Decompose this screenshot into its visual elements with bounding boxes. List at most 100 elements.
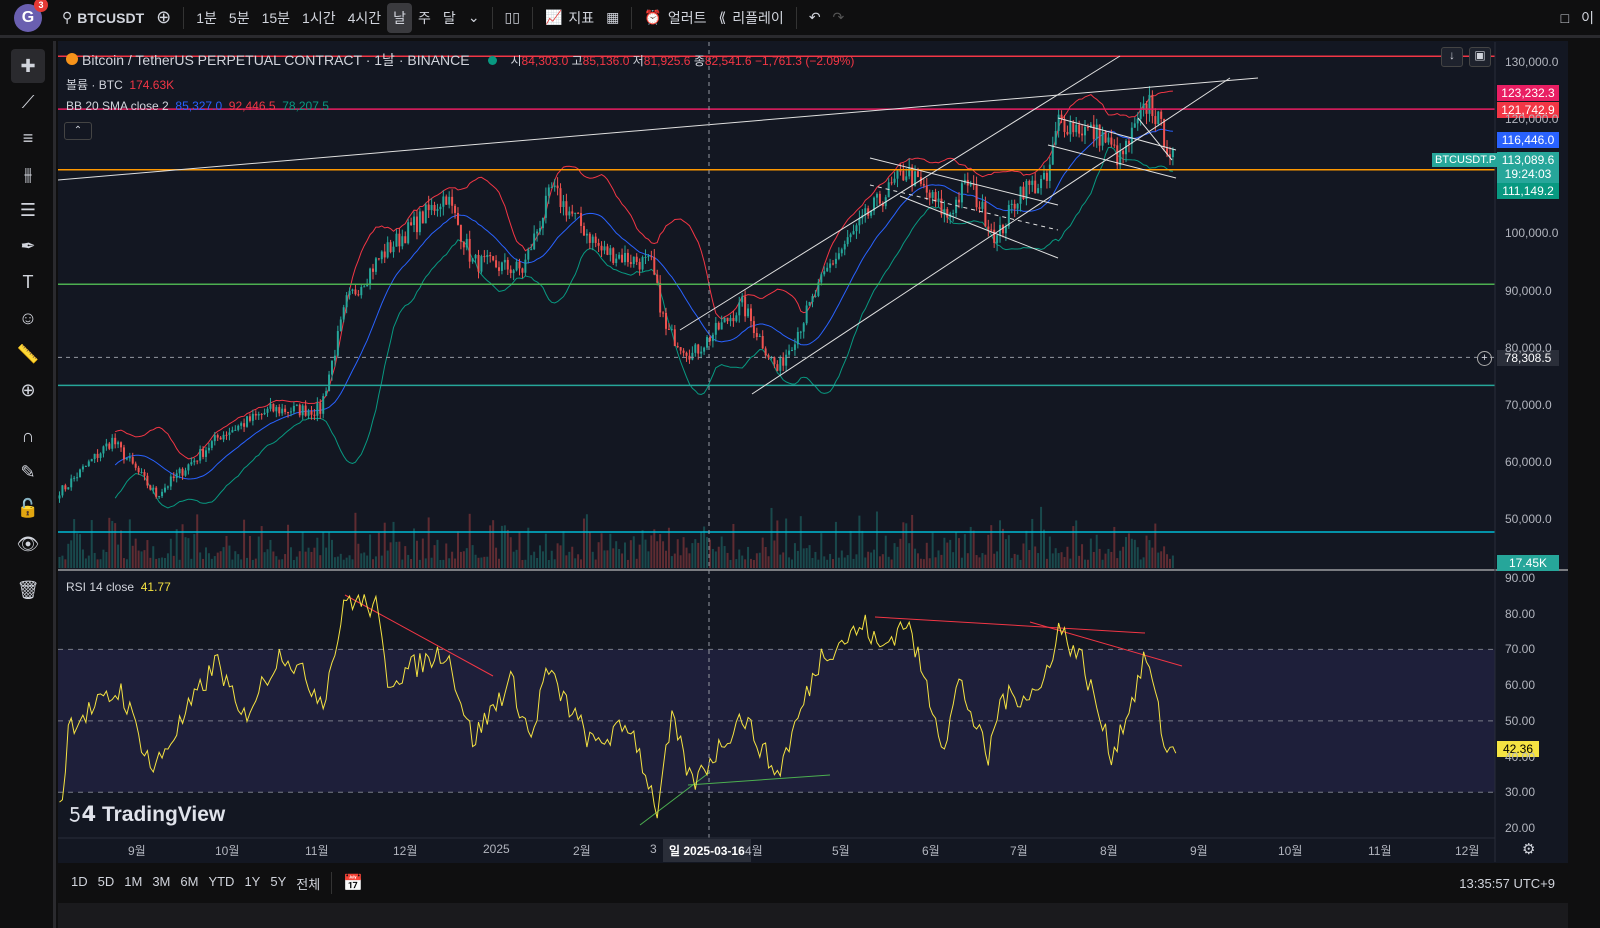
volume-bar	[234, 551, 237, 568]
candle-body	[908, 167, 911, 177]
volume-bar	[700, 531, 703, 568]
candle-body	[67, 487, 70, 490]
volume-bar	[377, 532, 380, 568]
bb-legend[interactable]: BB 20 SMA close 2 85,327.0 92,446.5 78,2…	[66, 99, 329, 113]
add-alert-plus-icon[interactable]: +	[1477, 351, 1492, 366]
candle-body	[846, 237, 849, 245]
candle-body	[717, 322, 720, 330]
candle-body	[697, 344, 700, 354]
range-1m[interactable]: 1M	[119, 874, 147, 893]
volume-bar	[855, 554, 858, 568]
volume-bar	[128, 519, 131, 568]
volume-bar	[398, 541, 401, 568]
candle-body	[922, 183, 925, 186]
candle-body	[612, 248, 615, 264]
volume-bar	[225, 535, 228, 568]
candle-body	[1171, 149, 1174, 158]
volume-bar	[585, 514, 588, 568]
settings-icon[interactable]: ⚙	[1522, 840, 1535, 858]
candle-body	[524, 259, 527, 273]
candle-body	[439, 206, 442, 210]
volume-bar	[389, 542, 392, 568]
candle-body	[377, 258, 380, 260]
candle-body	[1013, 203, 1016, 209]
volume-bar	[966, 553, 969, 568]
volume-bar	[791, 559, 793, 568]
candle-body	[187, 464, 190, 471]
scroll-to-latest-button[interactable]: ↓	[1441, 47, 1463, 67]
candle-body	[386, 242, 389, 258]
volume-bar	[366, 555, 369, 568]
close-value: 82,541.6	[704, 54, 752, 68]
range-1y[interactable]: 1Y	[239, 874, 265, 893]
volume-bar	[216, 552, 219, 568]
volume-bar	[1025, 530, 1028, 568]
candle-body	[166, 486, 169, 488]
candle-body	[544, 195, 547, 218]
candle-body	[791, 349, 793, 351]
volume-bar	[172, 555, 175, 568]
volume-bar	[744, 559, 747, 568]
volume-bar	[536, 557, 539, 568]
volume-bar	[1089, 538, 1092, 568]
candle-body	[99, 453, 102, 458]
candle-body	[837, 253, 840, 259]
candle-body	[292, 405, 295, 412]
candle-body	[659, 282, 662, 313]
candle-body	[937, 198, 940, 202]
volume-legend[interactable]: 볼륨 · BTC 174.63K	[66, 76, 174, 93]
candle-body	[720, 322, 723, 330]
range-전체[interactable]: 전체	[291, 874, 325, 893]
candle-body	[533, 233, 536, 250]
candle-body	[925, 185, 928, 193]
volume-bar	[1166, 554, 1169, 568]
candle-body	[875, 193, 878, 198]
range-6m[interactable]: 6M	[175, 874, 203, 893]
volume-bar	[357, 543, 360, 568]
range-ytd[interactable]: YTD	[203, 874, 239, 893]
candle-body	[272, 403, 275, 412]
candle-body	[407, 222, 410, 244]
candle-body	[251, 413, 254, 421]
volume-bar	[946, 542, 949, 568]
volume-bar	[143, 550, 146, 568]
candle-body	[319, 403, 322, 414]
volume-bar	[410, 559, 413, 568]
volume-bar	[363, 552, 366, 568]
volume-bar	[864, 557, 867, 568]
candle-body	[682, 350, 685, 353]
candle-body	[931, 192, 934, 198]
range-3m[interactable]: 3M	[147, 874, 175, 893]
range-5d[interactable]: 5D	[93, 874, 120, 893]
candle-body	[207, 447, 210, 451]
volume-bar	[905, 523, 908, 568]
candle-body	[1034, 180, 1037, 194]
candle-body	[512, 270, 515, 274]
volume-bar	[313, 547, 316, 568]
range-5y[interactable]: 5Y	[265, 874, 291, 893]
volume-bar	[811, 558, 814, 568]
candle-body	[981, 201, 984, 209]
candle-body	[539, 228, 542, 232]
collapse-legend-button[interactable]: ⌃	[64, 122, 92, 140]
auto-scale-button[interactable]: ▣	[1469, 47, 1491, 67]
volume-bar	[430, 557, 433, 568]
symbol-legend[interactable]: Bitcoin / TetherUS PERPETUAL CONTRACT · …	[66, 50, 854, 70]
volume-bar	[588, 532, 591, 568]
candle-body	[644, 257, 647, 259]
candle-body	[498, 267, 500, 271]
candle-body	[752, 321, 755, 334]
goto-date-calendar-icon[interactable]: 📅	[338, 873, 368, 893]
volume-bar	[512, 551, 515, 568]
chart-canvas[interactable]	[0, 0, 1600, 928]
volume-bar	[779, 554, 782, 568]
rsi-legend[interactable]: RSI 14 close 41.77	[66, 580, 171, 594]
volume-bar	[732, 523, 735, 568]
clock-timezone[interactable]: 13:35:57 UTC+9	[1454, 876, 1560, 891]
candle-body	[1042, 172, 1045, 179]
volume-bar	[559, 545, 562, 568]
volume-bar	[1034, 546, 1037, 568]
range-1d[interactable]: 1D	[66, 874, 93, 893]
volume-bar	[79, 534, 82, 568]
volume-bar	[1054, 548, 1057, 568]
